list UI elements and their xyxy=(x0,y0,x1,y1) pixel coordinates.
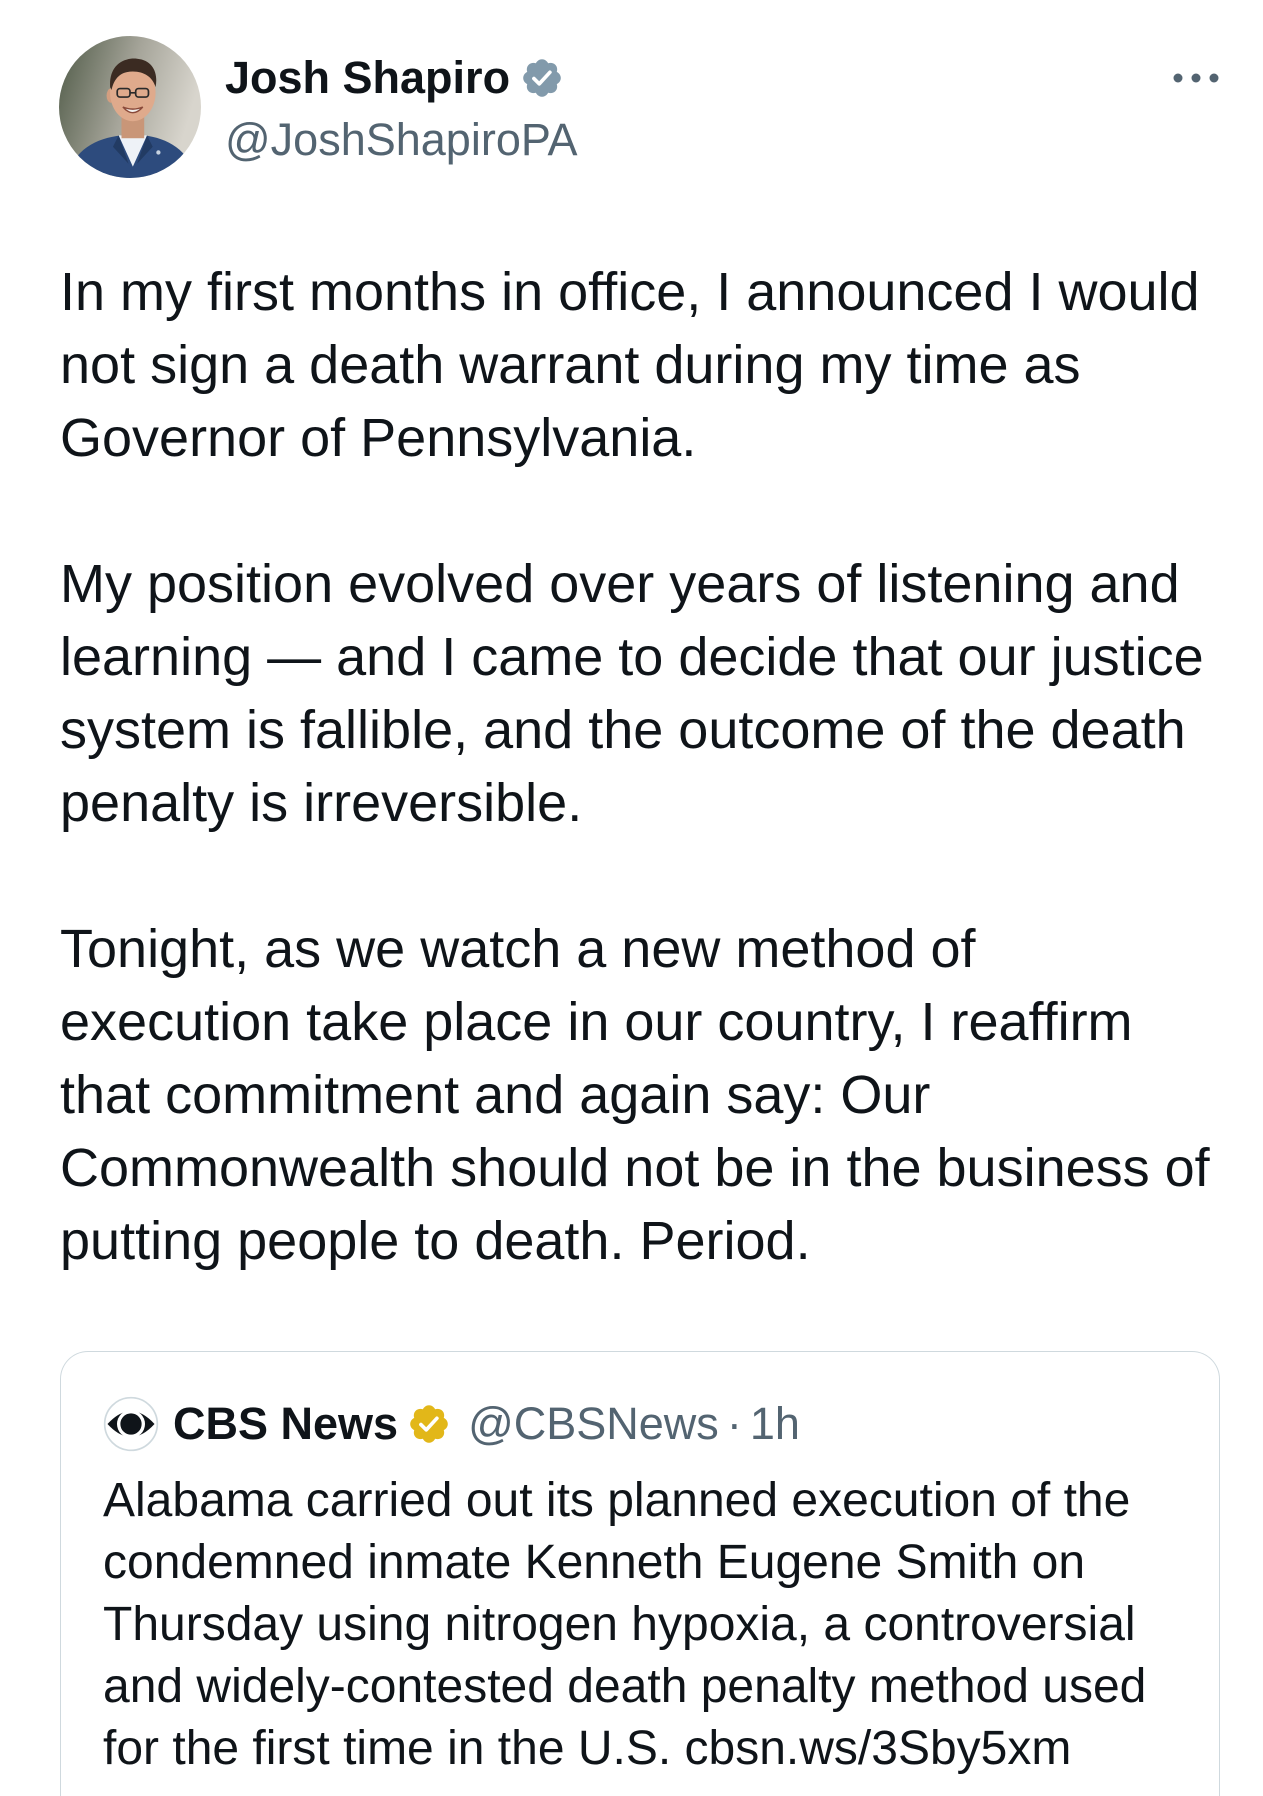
quoted-tweet-header: CBS News @CBSNews · 1h xyxy=(103,1396,800,1452)
quoted-timestamp: 1h xyxy=(749,1398,800,1449)
tweet-text-line: My position evolved over years of listen… xyxy=(60,554,1180,614)
tweet-text-line: learning — and I came to decide that our… xyxy=(60,627,1204,687)
author-name[interactable]: Josh Shapiro xyxy=(225,50,510,106)
cbs-eye-logo-icon xyxy=(103,1396,159,1452)
quoted-author-handle: @CBSNews xyxy=(468,1398,719,1449)
tweet-text-line: Tonight, as we watch a new method of xyxy=(60,919,976,979)
more-horizontal-icon xyxy=(1173,73,1219,83)
tweet-text-line: Commonwealth should not be in the busine… xyxy=(60,1138,1210,1198)
tweet-text-line: execution take place in our country, I r… xyxy=(60,992,1133,1052)
quoted-tweet-card[interactable]: CBS News @CBSNews · 1h Alabama carried o… xyxy=(60,1351,1220,1796)
quoted-author-name: CBS News xyxy=(173,1398,399,1449)
author-avatar-photo xyxy=(59,36,201,178)
quoted-text-line: and widely-contested death penalty metho… xyxy=(103,1660,1147,1713)
tweet-text-line: In my first months in office, I announce… xyxy=(60,262,1200,322)
tweet-paragraph: My position evolved over years of listen… xyxy=(60,548,1210,840)
quoted-text-line: condemned inmate Kenneth Eugene Smith on xyxy=(103,1536,1086,1589)
tweet-text-line: that commitment and again say: Our xyxy=(60,1065,931,1125)
tweet-paragraph: Tonight, as we watch a new method of exe… xyxy=(60,913,1210,1278)
author-avatar[interactable] xyxy=(59,36,201,178)
more-options-button[interactable] xyxy=(1170,62,1222,94)
quoted-separator: · xyxy=(726,1398,742,1449)
quoted-text-line: Thursday using nitrogen hypoxia, a contr… xyxy=(103,1598,1136,1651)
quoted-tweet-text: Alabama carried out its planned executio… xyxy=(103,1470,1146,1780)
verified-gold-badge-icon xyxy=(410,1405,448,1443)
tweet-text-line: Governor of Pennsylvania. xyxy=(60,408,697,468)
tweet-text-line: putting people to death. Period. xyxy=(60,1211,811,1271)
tweet-text-line: not sign a death warrant during my time … xyxy=(60,335,1081,395)
tweet-text: In my first months in office, I announce… xyxy=(60,256,1210,1278)
tweet-paragraph: In my first months in office, I announce… xyxy=(60,256,1210,475)
verified-badge-icon xyxy=(523,59,561,97)
tweet-text-line: system is fallible, and the outcome of t… xyxy=(60,700,1186,760)
tweet-text-line: penalty is irreversible. xyxy=(60,773,583,833)
author-handle[interactable]: @JoshShapiroPA xyxy=(225,112,578,168)
quoted-text-line: Alabama carried out its planned executio… xyxy=(103,1474,1131,1527)
quoted-text-line: for the first time in the U.S. cbsn.ws/3… xyxy=(103,1722,1072,1775)
author-name-row: Josh Shapiro xyxy=(225,50,564,106)
